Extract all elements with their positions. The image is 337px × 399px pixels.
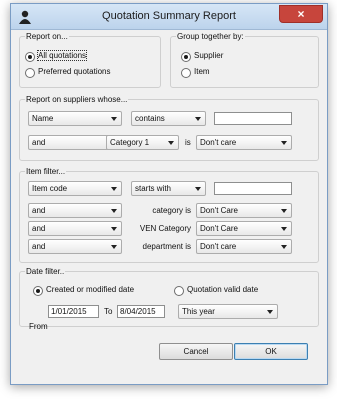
ven-category-conjunction-dropdown[interactable]: and bbox=[28, 221, 122, 236]
report-on-legend: Report on... bbox=[25, 32, 69, 41]
from-label: From bbox=[29, 322, 48, 331]
chevron-down-icon bbox=[281, 227, 287, 231]
date-period-value: This year bbox=[182, 307, 215, 316]
department-conjunction-dropdown[interactable]: and bbox=[28, 239, 122, 254]
dialog-title: Quotation Summary Report bbox=[102, 10, 236, 22]
department-dropdown[interactable]: Don't care bbox=[196, 239, 292, 254]
supplier-category-dropdown[interactable]: Category 1 bbox=[106, 135, 179, 150]
supplier-operator-value: contains bbox=[135, 114, 165, 123]
supplier-field-value: Name bbox=[32, 114, 54, 123]
group-supplier-label[interactable]: Supplier bbox=[194, 51, 223, 60]
chevron-down-icon bbox=[111, 187, 117, 191]
ok-button[interactable]: OK bbox=[234, 343, 308, 360]
chevron-down-icon bbox=[281, 141, 287, 145]
group-supplier-radio[interactable] bbox=[181, 52, 191, 62]
supplier-operator-dropdown[interactable]: contains bbox=[131, 111, 206, 126]
chevron-down-icon bbox=[195, 117, 201, 121]
ven-category-dropdown[interactable]: Don't Care bbox=[196, 221, 292, 236]
all-quotations-label[interactable]: All quotations bbox=[36, 50, 88, 61]
item-field-dropdown[interactable]: Item code bbox=[28, 181, 122, 196]
chevron-down-icon bbox=[281, 209, 287, 213]
created-modified-date-radio[interactable] bbox=[33, 286, 43, 296]
chevron-down-icon bbox=[111, 209, 117, 213]
department-conjunction-value: and bbox=[32, 242, 46, 251]
item-category-conjunction-value: and bbox=[32, 206, 46, 215]
supplier-category-value: Category 1 bbox=[110, 138, 150, 147]
group-item-radio[interactable] bbox=[181, 68, 191, 78]
group-by-group bbox=[170, 36, 319, 88]
chevron-down-icon bbox=[111, 227, 117, 231]
supplier-value-input[interactable] bbox=[214, 112, 292, 125]
supplier-filter-group bbox=[19, 99, 319, 161]
date-filter-legend: Date filter.. bbox=[25, 267, 66, 276]
item-value-input[interactable] bbox=[214, 182, 292, 195]
item-operator-value: starts with bbox=[135, 184, 172, 193]
chevron-down-icon bbox=[111, 117, 117, 121]
supplier-category-value-dropdown[interactable]: Don't care bbox=[196, 135, 292, 150]
ven-category-label: VEN Category bbox=[139, 224, 191, 233]
quotation-valid-date-label[interactable]: Quotation valid date bbox=[187, 285, 258, 294]
item-category-dropdown[interactable]: Don't Care bbox=[196, 203, 292, 218]
item-category-conjunction-dropdown[interactable]: and bbox=[28, 203, 122, 218]
quotation-summary-report-dialog: Quotation Summary Report × Report on... … bbox=[10, 3, 328, 385]
supplier-filter-legend: Report on suppliers whose... bbox=[25, 95, 129, 104]
item-field-value: Item code bbox=[32, 184, 68, 193]
is-label: is bbox=[185, 138, 191, 147]
cancel-button[interactable]: Cancel bbox=[159, 343, 233, 360]
chevron-down-icon bbox=[267, 310, 273, 314]
department-value: Don't care bbox=[200, 242, 237, 251]
ven-category-conjunction-value: and bbox=[32, 224, 46, 233]
preferred-quotations-radio[interactable] bbox=[25, 68, 35, 78]
item-category-value: Don't Care bbox=[200, 206, 238, 215]
from-date-input[interactable]: 1/01/2015 bbox=[48, 305, 99, 318]
group-by-legend: Group together by: bbox=[176, 32, 245, 41]
all-quotations-radio[interactable] bbox=[25, 52, 35, 62]
chevron-down-icon bbox=[195, 187, 201, 191]
chevron-down-icon bbox=[168, 141, 174, 145]
ven-category-value: Don't Care bbox=[200, 224, 238, 233]
chevron-down-icon bbox=[281, 245, 287, 249]
title-bar: Quotation Summary Report × bbox=[11, 4, 327, 30]
supplier-category-choice: Don't care bbox=[200, 138, 237, 147]
quotation-valid-date-radio[interactable] bbox=[174, 286, 184, 296]
preferred-quotations-label[interactable]: Preferred quotations bbox=[38, 67, 111, 76]
created-modified-date-label[interactable]: Created or modified date bbox=[46, 285, 134, 294]
supplier-conjunction-value: and bbox=[32, 138, 46, 147]
item-filter-legend: Item filter... bbox=[25, 167, 67, 176]
to-label: To bbox=[104, 307, 113, 316]
department-is-label: department is bbox=[142, 242, 191, 251]
report-on-group bbox=[19, 36, 161, 88]
supplier-field-dropdown[interactable]: Name bbox=[28, 111, 122, 126]
close-button[interactable]: × bbox=[279, 5, 323, 23]
chevron-down-icon bbox=[111, 245, 117, 249]
app-icon bbox=[19, 10, 31, 24]
group-item-label[interactable]: Item bbox=[194, 67, 210, 76]
category-is-label: category is bbox=[152, 206, 191, 215]
date-period-dropdown[interactable]: This year bbox=[178, 304, 278, 319]
to-date-input[interactable]: 8/04/2015 bbox=[117, 305, 165, 318]
item-operator-dropdown[interactable]: starts with bbox=[131, 181, 206, 196]
